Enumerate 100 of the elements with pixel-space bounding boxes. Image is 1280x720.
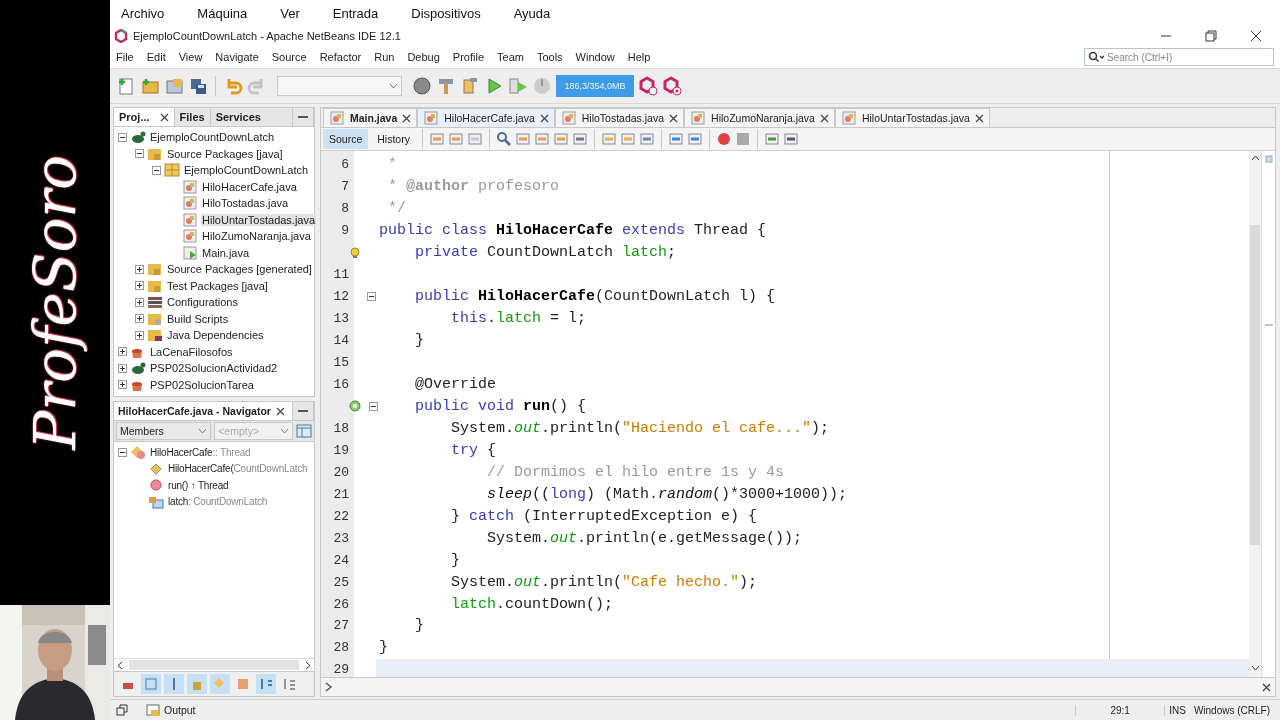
menu-item[interactable]: Ver <box>280 5 300 21</box>
menu-item[interactable]: Help <box>627 51 651 63</box>
tree-item[interactable]: Test Packages [java] <box>166 279 269 292</box>
member-item[interactable]: HiloHacerCafe:: Thread <box>149 446 252 458</box>
chevron-icon[interactable] <box>325 682 333 692</box>
close-icon[interactable] <box>974 113 984 123</box>
tree-item[interactable]: Source Packages [java] <box>166 147 284 160</box>
stop-icon[interactable] <box>734 131 751 147</box>
menu-item[interactable]: Edit <box>146 51 166 63</box>
close-icon[interactable] <box>275 406 285 416</box>
expand-icon[interactable] <box>135 330 144 340</box>
collapse-icon[interactable] <box>118 447 127 457</box>
menu-item[interactable]: Debug <box>407 51 440 63</box>
menu-item[interactable]: File <box>116 51 134 63</box>
tree-item[interactable]: Main.java <box>201 246 251 259</box>
member-item[interactable]: latch: CountDownLatch <box>167 496 269 508</box>
expand-icon[interactable] <box>118 347 127 357</box>
editor-tab[interactable]: Main.java <box>323 108 418 127</box>
menu-item[interactable]: Profile <box>452 51 484 63</box>
collapse-icon[interactable] <box>135 149 144 159</box>
editor-tab[interactable]: HiloHacerCafe.java <box>417 108 555 127</box>
close-icon[interactable] <box>1262 682 1271 692</box>
member-item[interactable]: HiloHacerCafe(CountDownLatch <box>167 463 309 475</box>
hammer-icon[interactable] <box>436 76 456 96</box>
expand-icon[interactable] <box>118 380 127 390</box>
member-item[interactable]: run() ↑ Thread <box>167 479 230 491</box>
tree-item[interactable]: HiloZumoNaranja.java <box>201 230 312 243</box>
new-project-icon[interactable] <box>140 76 160 96</box>
scroll-right-icon[interactable] <box>305 660 311 670</box>
collapse-icon[interactable] <box>367 292 376 302</box>
close-icon[interactable] <box>1250 30 1262 42</box>
tree-item[interactable]: HiloHacerCafe.java <box>201 180 298 193</box>
close-icon[interactable] <box>402 113 412 123</box>
close-icon[interactable] <box>539 113 549 123</box>
menu-item[interactable]: Run <box>374 51 395 63</box>
expand-icon[interactable] <box>118 363 127 373</box>
scrollbar-thumb[interactable] <box>1250 225 1260 545</box>
expand-icon[interactable] <box>135 314 144 324</box>
override-icon[interactable] <box>349 400 361 413</box>
tree-item[interactable]: EjemploCountDownLatch <box>149 131 276 144</box>
editor-tab[interactable]: HiloTostadas.java <box>554 108 685 127</box>
profile-icon[interactable] <box>532 76 552 96</box>
clean-build-icon[interactable] <box>460 76 480 96</box>
menu-item[interactable]: Tools <box>536 51 563 63</box>
tree-item[interactable]: Source Packages [generated] <box>166 263 313 276</box>
record-icon[interactable] <box>715 131 732 147</box>
scroll-up-icon[interactable] <box>1250 155 1260 161</box>
tree-item[interactable]: HiloUntarTostadas.java <box>201 213 317 226</box>
expand-icon[interactable] <box>135 264 144 274</box>
new-file-icon[interactable] <box>116 76 136 96</box>
tree-item[interactable]: PSP02SolucionActividad2 <box>149 362 279 375</box>
panel-layout-icon[interactable] <box>296 423 312 439</box>
collapse-icon[interactable] <box>118 132 127 142</box>
search-field[interactable]: Search (Ctrl+I) <box>1084 48 1274 66</box>
menu-item[interactable]: Entrada <box>332 5 379 21</box>
line-ending: Windows (CRLF) <box>1192 704 1271 716</box>
menu-item[interactable]: Máquina <box>197 5 248 21</box>
lightbulb-icon[interactable] <box>349 246 361 259</box>
collapse-icon[interactable] <box>152 165 161 175</box>
output-button[interactable]: Output <box>146 703 196 717</box>
expand-icon[interactable] <box>135 281 144 291</box>
menu-item[interactable]: Navigate <box>215 51 259 63</box>
panel-tab[interactable]: Proj... <box>114 108 175 126</box>
scrollbar-thumb[interactable] <box>129 660 299 670</box>
restore-icon[interactable] <box>1205 30 1217 42</box>
menu-item[interactable]: Ayuda <box>513 5 551 21</box>
tree-item[interactable]: Configurations <box>166 296 239 309</box>
collapse-icon[interactable] <box>369 401 378 411</box>
menu-item[interactable]: Source <box>271 51 307 63</box>
view-select[interactable]: Members <box>116 422 212 440</box>
menu-item[interactable]: Window <box>575 51 615 63</box>
menu-item[interactable]: Archivo <box>121 5 165 21</box>
tree-item[interactable]: Java Dependencies <box>166 329 265 342</box>
restore-window-icon[interactable] <box>116 704 128 716</box>
tree-item[interactable]: HiloTostadas.java <box>201 197 290 210</box>
close-icon[interactable] <box>819 113 829 123</box>
editor-tab[interactable]: HiloUntarTostadas.java <box>834 108 990 127</box>
menu-item[interactable]: Refactor <box>319 51 362 63</box>
close-icon[interactable] <box>159 112 169 122</box>
java-run-file-icon <box>182 244 198 261</box>
scroll-down-icon[interactable] <box>1250 665 1260 671</box>
scroll-left-icon[interactable] <box>117 660 123 670</box>
menu-item[interactable]: Dispositivos <box>411 5 481 21</box>
menu-item[interactable]: Team <box>497 51 524 63</box>
menu-item[interactable]: View <box>178 51 203 63</box>
tree-item[interactable]: PSP02SolucionTarea <box>149 378 255 391</box>
view-tab[interactable]: History <box>371 129 416 149</box>
hexagon-target-icon[interactable] <box>662 76 682 96</box>
editor-tab[interactable]: HiloZumoNaranja.java <box>684 108 835 127</box>
close-icon[interactable] <box>669 113 679 123</box>
search-input[interactable]: Search (Ctrl+I) <box>1107 51 1257 63</box>
expand-icon[interactable] <box>135 297 144 307</box>
search-icon[interactable] <box>1088 51 1104 63</box>
tree-item[interactable]: EjemploCountDownLatch <box>183 164 310 177</box>
tree-item[interactable]: Build Scripts <box>166 312 230 325</box>
view-tab[interactable]: Source <box>323 129 369 149</box>
panel-tab[interactable]: HiloHacerCafe.java - Navigator <box>114 402 293 420</box>
save-icon[interactable] <box>188 76 208 96</box>
hexagon-clock-icon[interactable] <box>638 76 658 96</box>
tree-item[interactable]: LaCenaFilosofos <box>149 345 234 358</box>
